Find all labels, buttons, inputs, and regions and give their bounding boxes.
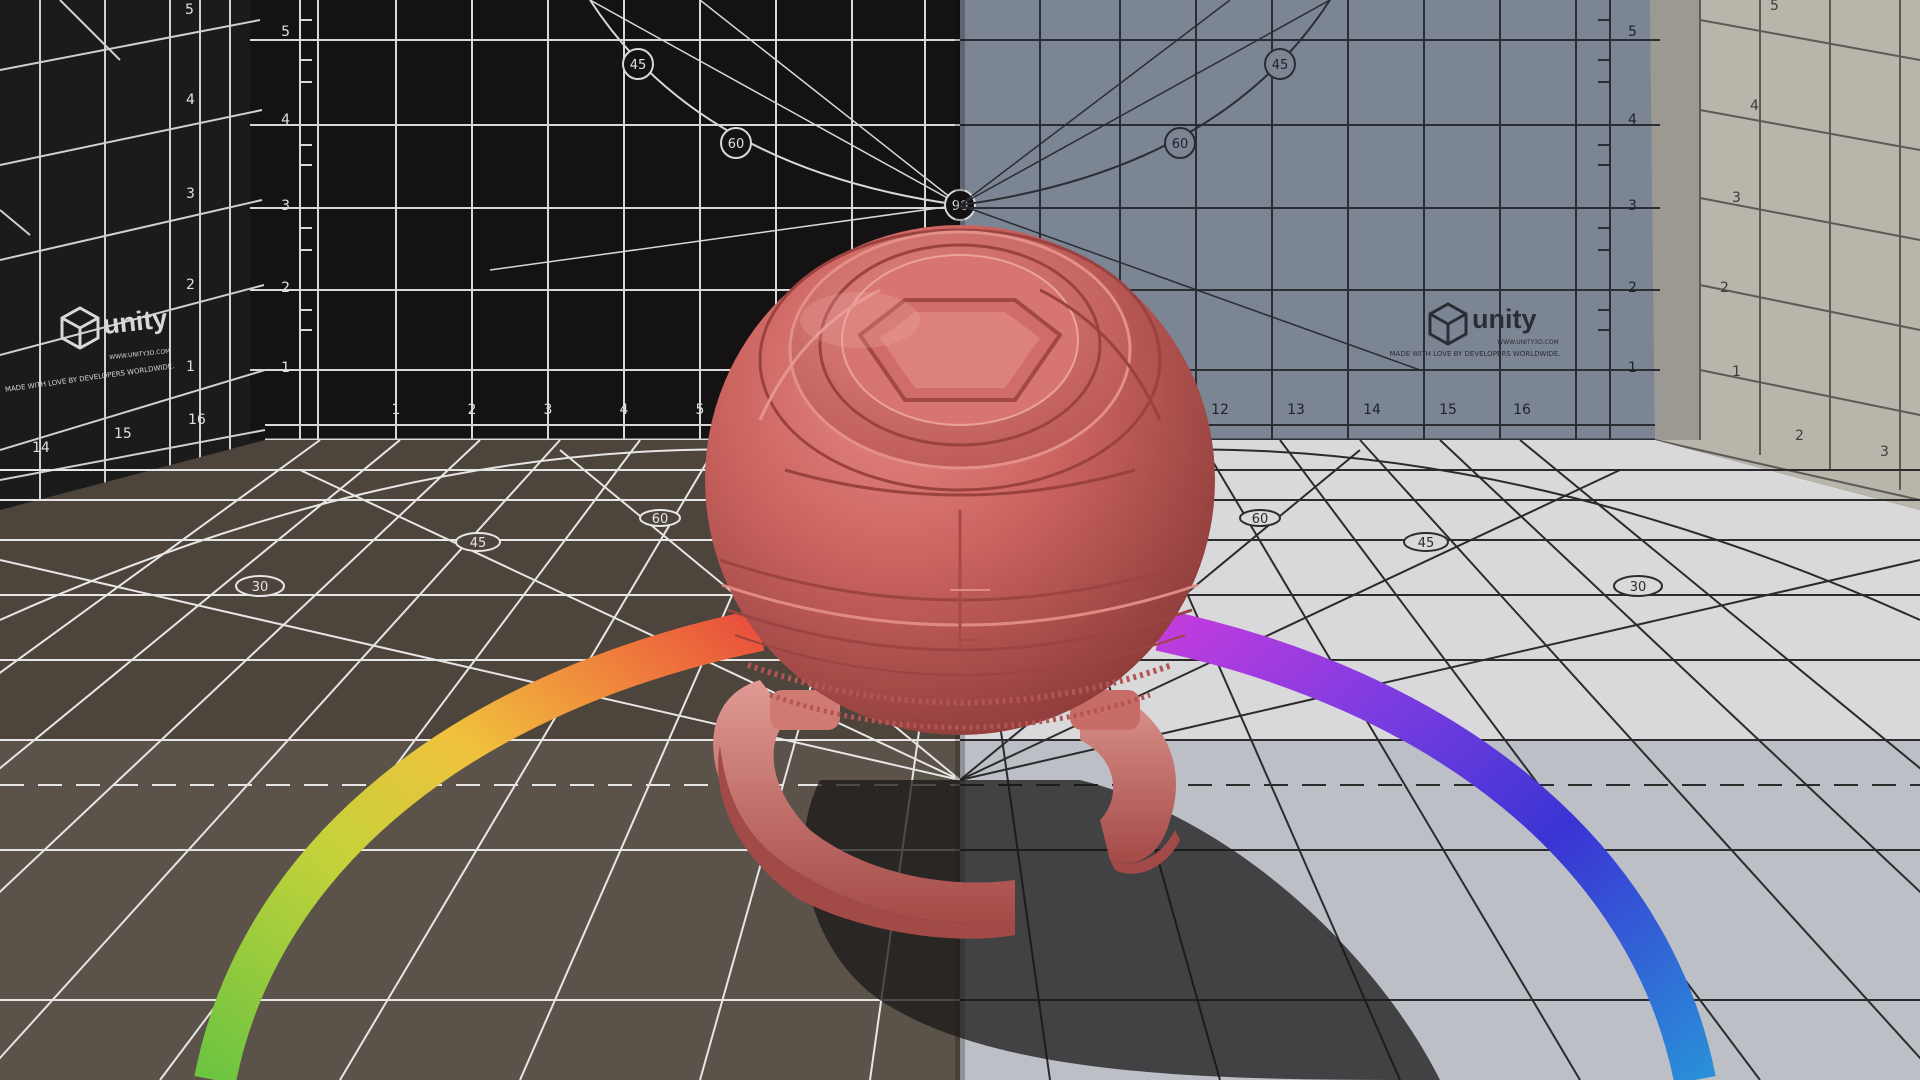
v-tick-5: 5 xyxy=(1628,24,1637,40)
h-tick-3: 3 xyxy=(544,402,553,418)
v-tick-5: 5 xyxy=(1770,0,1779,14)
material-sphere xyxy=(705,225,1215,735)
angle-45: 45 xyxy=(630,58,647,73)
unity-logo-text: unity xyxy=(1472,304,1537,334)
v-tick-2: 2 xyxy=(186,277,195,293)
v-tick-4: 4 xyxy=(281,112,290,128)
angle-60: 60 xyxy=(1172,137,1189,152)
v-tick-4: 4 xyxy=(186,92,195,108)
v-tick-1: 1 xyxy=(1628,360,1637,376)
angle-45: 45 xyxy=(1418,536,1435,551)
angle-60: 60 xyxy=(1252,512,1269,527)
v-tick-3: 3 xyxy=(281,198,290,214)
h-tick-1: 1 xyxy=(392,402,401,418)
h-tick-13: 13 xyxy=(1287,402,1305,418)
h-tick-15: 15 xyxy=(114,426,132,442)
angle-45: 45 xyxy=(1272,58,1289,73)
v-tick-5: 5 xyxy=(281,24,290,40)
h-tick-2: 2 xyxy=(468,402,477,418)
h-tick-16: 16 xyxy=(1513,402,1531,418)
h-tick-4: 4 xyxy=(620,402,629,418)
angle-45: 45 xyxy=(470,536,487,551)
v-tick-3: 3 xyxy=(186,186,195,202)
angle-30: 30 xyxy=(252,580,269,595)
angle-60: 60 xyxy=(728,137,745,152)
angle-30: 30 xyxy=(1630,580,1647,595)
v-tick-3: 3 xyxy=(1732,190,1741,206)
h-tick-14: 14 xyxy=(32,440,50,456)
v-tick-3: 3 xyxy=(1628,198,1637,214)
unity-logo-tagline: MADE WITH LOVE BY DEVELOPERS WORLDWIDE. xyxy=(1390,350,1561,358)
h-tick-16: 16 xyxy=(188,412,206,428)
h-tick-15: 15 xyxy=(1439,402,1457,418)
v-tick-2: 2 xyxy=(1628,280,1637,296)
right-wall-edge xyxy=(1650,0,1700,440)
v-tick-1: 1 xyxy=(281,360,290,376)
v-tick-5: 5 xyxy=(185,2,194,18)
h-tick-5: 5 xyxy=(696,402,705,418)
v-tick-2: 2 xyxy=(1720,280,1729,296)
v-tick-4: 4 xyxy=(1750,98,1759,114)
v-tick-1: 1 xyxy=(186,359,195,375)
v-tick-2: 2 xyxy=(281,280,290,296)
h-tick-12: 12 xyxy=(1211,402,1229,418)
unity-logo-url: WWW.UNITY3D.COM xyxy=(1497,339,1558,346)
v-tick-1: 1 xyxy=(1732,364,1741,380)
material-preview-scene: 5 4 3 2 1 1 2 3 4 5 45 60 90 5 4 3 2 1 1… xyxy=(0,0,1920,1080)
angle-60: 60 xyxy=(652,512,669,527)
h-tick-14: 14 xyxy=(1363,402,1381,418)
h-tick-2: 2 xyxy=(1795,428,1804,444)
h-tick-3: 3 xyxy=(1880,444,1889,460)
v-tick-4: 4 xyxy=(1628,112,1637,128)
